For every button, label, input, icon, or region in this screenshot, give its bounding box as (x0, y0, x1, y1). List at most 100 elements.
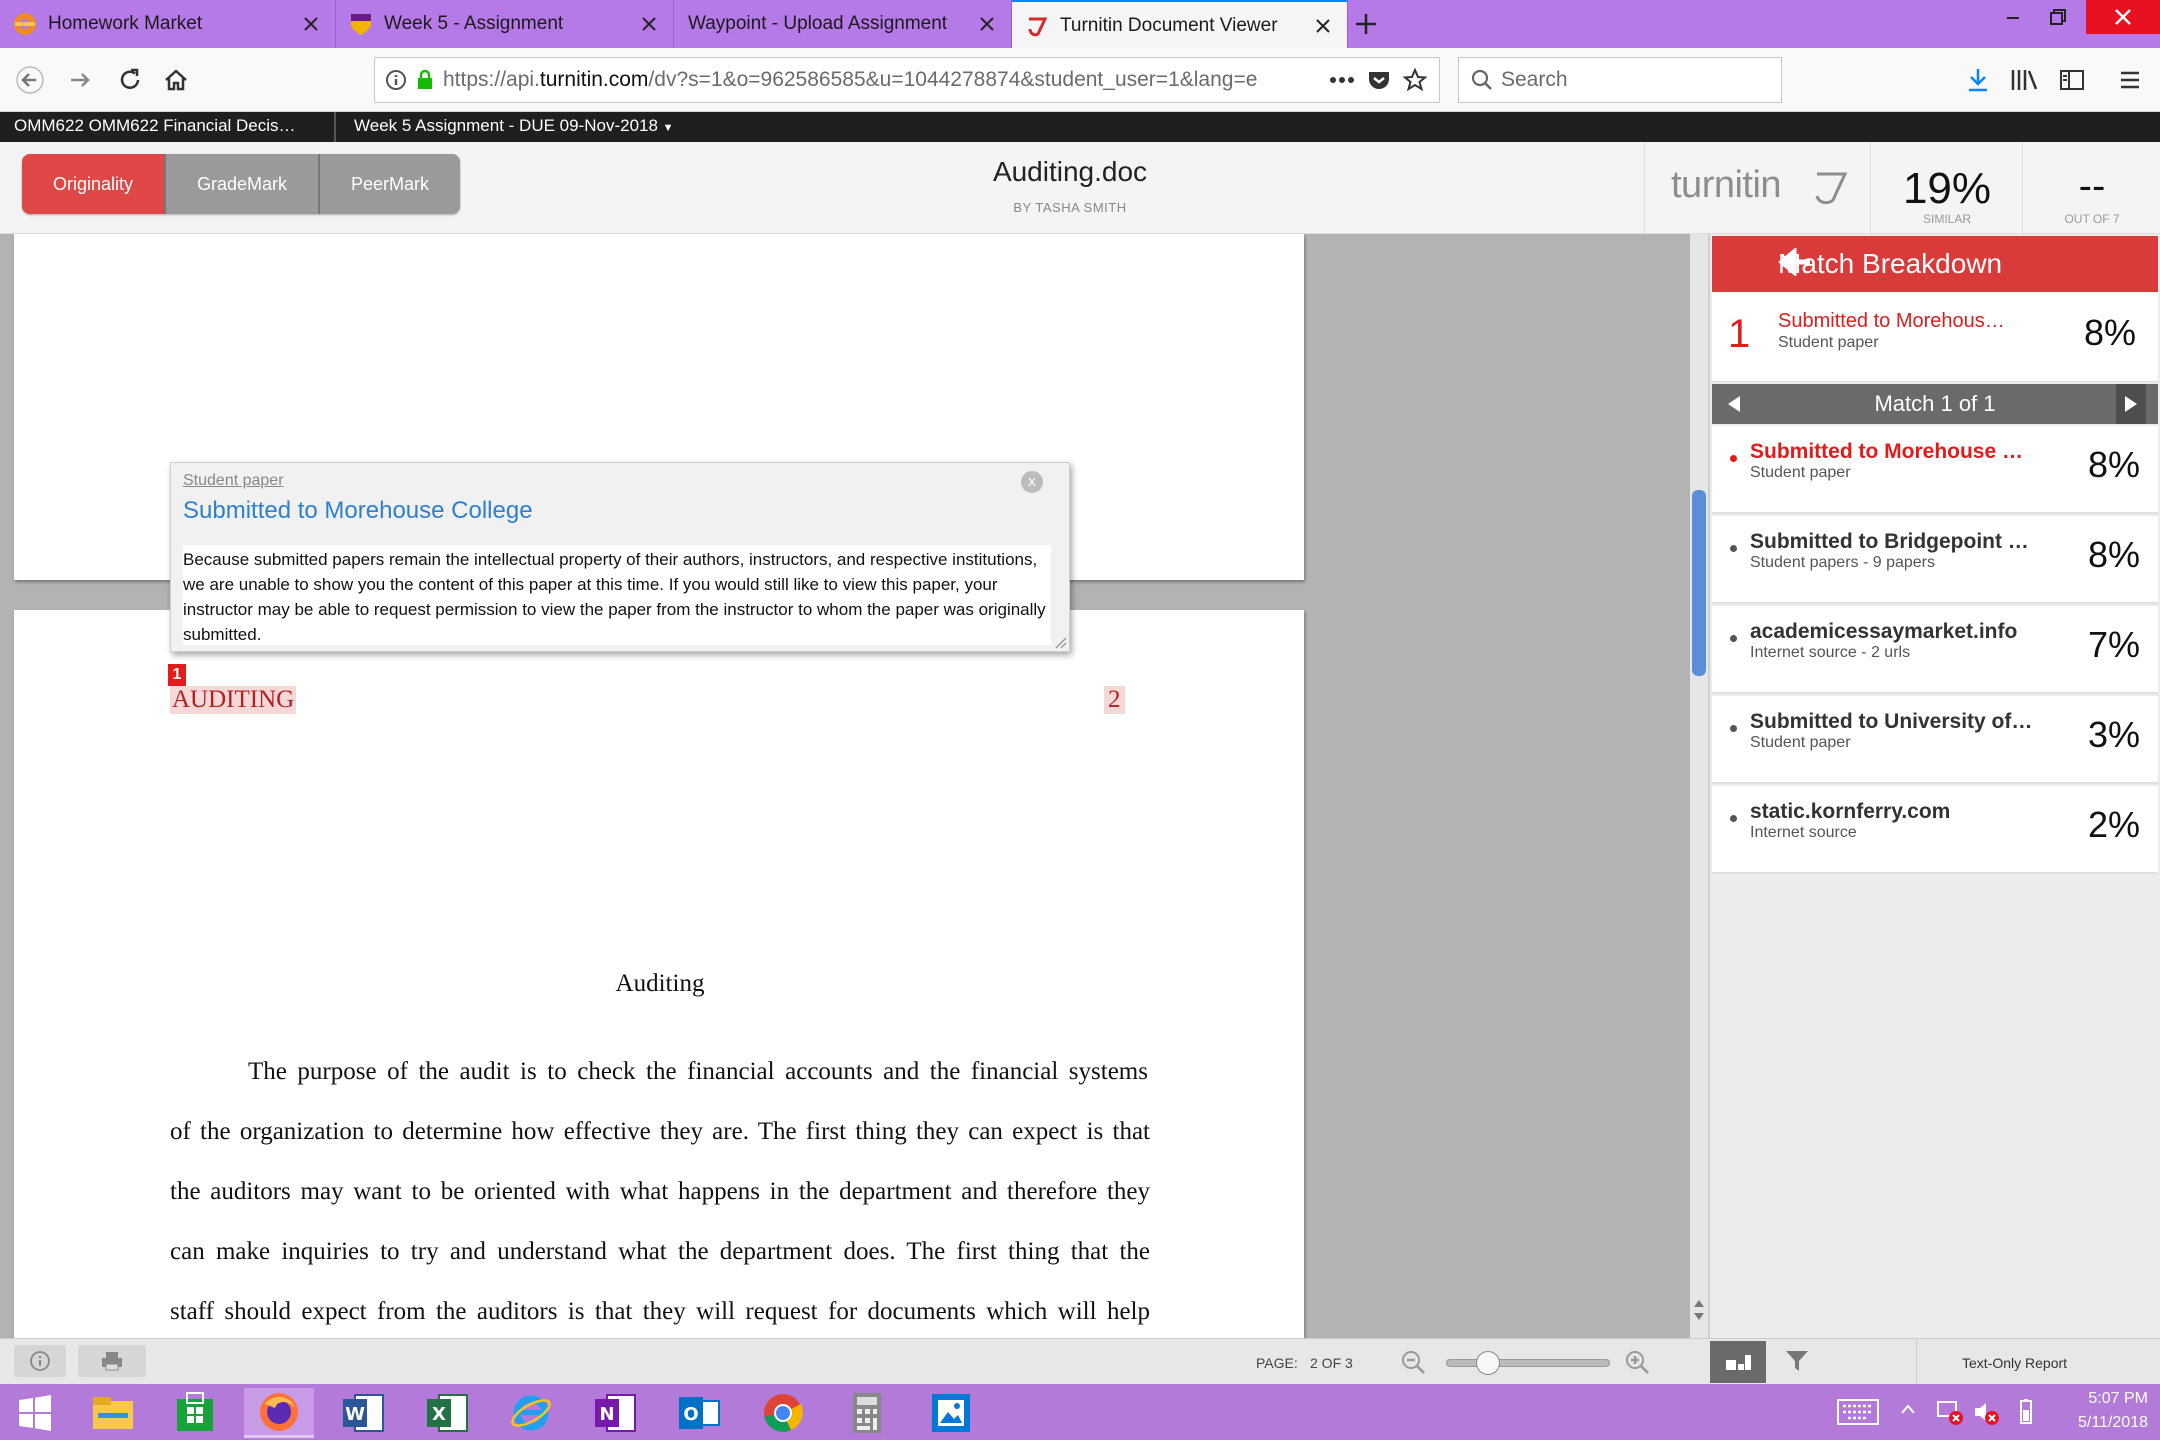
text-only-report-button[interactable]: Text-Only Report (1962, 1355, 2067, 1371)
tab-week5-assignment[interactable]: Week 5 - Assignment (336, 0, 674, 48)
source-item[interactable]: static.kornferry.com Internet source 2% (1712, 786, 2158, 874)
resize-grip-icon[interactable] (1053, 635, 1067, 649)
popup-source-type[interactable]: Student paper (183, 472, 284, 490)
search-input[interactable]: Search (1458, 57, 1782, 103)
close-tab-icon[interactable] (293, 6, 329, 42)
file-explorer-icon[interactable] (78, 1388, 148, 1438)
restore-window-icon[interactable] (2038, 0, 2078, 34)
zoom-in-icon[interactable] (1624, 1349, 1650, 1375)
similarity-score[interactable]: 19% SIMILAR (1870, 142, 2022, 234)
popup-source-name[interactable]: Submitted to Morehouse College (183, 497, 533, 525)
svg-text:W: W (345, 1404, 365, 1425)
grade-score[interactable]: -- OUT OF 7 (2022, 142, 2160, 234)
peermark-mode-button[interactable]: PeerMark (318, 154, 460, 214)
volume-muted-icon[interactable] (1972, 1398, 2000, 1426)
url-text[interactable]: https://api.turnitin.com/dv?s=1&o=962586… (443, 68, 1317, 92)
source-name: Submitted to Morehouse … (1750, 440, 2023, 463)
bookmark-star-icon[interactable] (1403, 68, 1427, 92)
info-icon[interactable] (385, 69, 407, 91)
battery-icon[interactable] (2016, 1398, 2036, 1426)
source-item[interactable]: Submitted to Morehouse … Student paper 8… (1712, 426, 2158, 514)
highlighted-header-text[interactable]: AUDITING (170, 686, 297, 714)
network-warning-icon[interactable] (1936, 1398, 1964, 1426)
photos-icon[interactable] (916, 1388, 986, 1438)
lms-course-bar: OMM622 OMM622 Financial Decis… Week 5 As… (0, 112, 2160, 142)
document-viewer[interactable] (0, 234, 1690, 1338)
course-name[interactable]: OMM622 OMM622 Financial Decis… (14, 116, 296, 136)
close-popup-icon[interactable]: x (1021, 471, 1043, 493)
current-match-summary[interactable]: 1 Submitted to Morehous… Student paper 8… (1712, 292, 2158, 382)
match-navigator: Match 1 of 1 (1712, 384, 2158, 424)
divider (334, 112, 336, 142)
close-window-icon[interactable] (2086, 0, 2160, 34)
start-icon[interactable] (0, 1388, 70, 1438)
clock-date[interactable]: 5/11/2018 (2050, 1414, 2148, 1432)
svg-text:O: O (683, 1404, 698, 1425)
browser-tab-bar: Homework Market Week 5 - Assignment Wayp… (0, 0, 2160, 50)
source-item[interactable]: Submitted to University of… Student pape… (1712, 696, 2158, 784)
layers-view-button[interactable] (1710, 1341, 1766, 1383)
assignment-name[interactable]: Week 5 Assignment - DUE 09-Nov-2018 ▼ (354, 116, 674, 136)
url-bar[interactable]: https://api.turnitin.com/dv?s=1&o=962586… (374, 57, 1440, 103)
onenote-icon[interactable]: N (580, 1388, 650, 1438)
grademark-mode-button[interactable]: GradeMark (164, 154, 318, 214)
secure-lock-icon (415, 69, 435, 91)
tab-waypoint-upload[interactable]: Waypoint - Upload Assignment (674, 0, 1012, 48)
originality-mode-button[interactable]: Originality (22, 154, 164, 214)
next-match-icon[interactable] (2116, 384, 2146, 424)
source-name: Submitted to Bridgepoint … (1750, 530, 2029, 553)
download-icon[interactable] (1958, 60, 1998, 100)
document-heading: Auditing (615, 970, 705, 997)
back-arrow-icon[interactable] (10, 60, 50, 100)
tab-label: Week 5 - Assignment (384, 13, 564, 34)
print-button[interactable] (78, 1345, 146, 1377)
source-type: Student paper (1750, 464, 1851, 481)
chrome-icon[interactable] (748, 1388, 818, 1438)
menu-hamburger-icon[interactable] (2110, 60, 2150, 100)
dropdown-caret-icon: ▼ (662, 122, 674, 134)
turnitin-header: Originality GradeMark PeerMark Auditing.… (0, 142, 2160, 234)
panel-toolbar: Text-Only Report (1708, 1338, 2160, 1385)
highlighted-page-number[interactable]: 2 (1104, 686, 1125, 714)
match-marker[interactable]: 1 (168, 664, 186, 686)
source-item[interactable]: academicessaymarket.info Internet source… (1712, 606, 2158, 694)
info-button[interactable] (14, 1345, 66, 1377)
more-actions-icon[interactable] (1329, 76, 1355, 84)
printer-icon (102, 1352, 122, 1371)
document-scrollbar[interactable] (1690, 234, 1708, 1338)
keyboard-icon[interactable] (1836, 1398, 1880, 1426)
store-icon[interactable] (160, 1388, 230, 1438)
sidebar-toggle-icon[interactable] (2052, 60, 2092, 100)
tab-turnitin-viewer[interactable]: Turnitin Document Viewer (1012, 0, 1348, 50)
scroll-arrows-icon[interactable] (1690, 1296, 1708, 1336)
tab-label: Turnitin Document Viewer (1060, 15, 1278, 36)
firefox-icon[interactable] (244, 1388, 314, 1438)
chevron-up-icon[interactable] (1900, 1402, 1916, 1416)
source-item[interactable]: Submitted to Bridgepoint … Student paper… (1712, 516, 2158, 604)
close-tab-icon[interactable] (969, 6, 1005, 42)
pocket-icon[interactable] (1367, 69, 1391, 91)
zoom-slider-track[interactable] (1446, 1359, 1610, 1367)
calculator-icon[interactable] (832, 1388, 902, 1438)
new-tab-button[interactable] (1346, 6, 1386, 42)
reload-icon[interactable] (110, 60, 150, 100)
outlook-icon[interactable]: O (664, 1388, 734, 1438)
clock-time[interactable]: 5:07 PM (2062, 1390, 2148, 1408)
bullet-icon (1730, 455, 1737, 462)
zoom-slider-handle[interactable] (1476, 1351, 1500, 1375)
excel-icon[interactable]: X (412, 1388, 482, 1438)
forward-arrow-icon[interactable] (60, 60, 100, 100)
home-icon[interactable] (156, 60, 196, 100)
close-tab-icon[interactable] (1305, 8, 1341, 44)
tab-homework-market[interactable]: Homework Market (0, 0, 336, 48)
url-domain: turnitin.com (539, 68, 649, 91)
word-icon[interactable]: W (328, 1388, 398, 1438)
internet-explorer-icon[interactable] (496, 1388, 566, 1438)
document-scrollbar-thumb[interactable] (1692, 490, 1706, 676)
minimize-window-icon[interactable] (1998, 0, 2028, 34)
zoom-out-icon[interactable] (1400, 1349, 1426, 1375)
bullet-icon (1730, 725, 1737, 732)
filter-icon[interactable] (1784, 1349, 1810, 1373)
library-icon[interactable] (2004, 60, 2044, 100)
close-tab-icon[interactable] (631, 6, 667, 42)
